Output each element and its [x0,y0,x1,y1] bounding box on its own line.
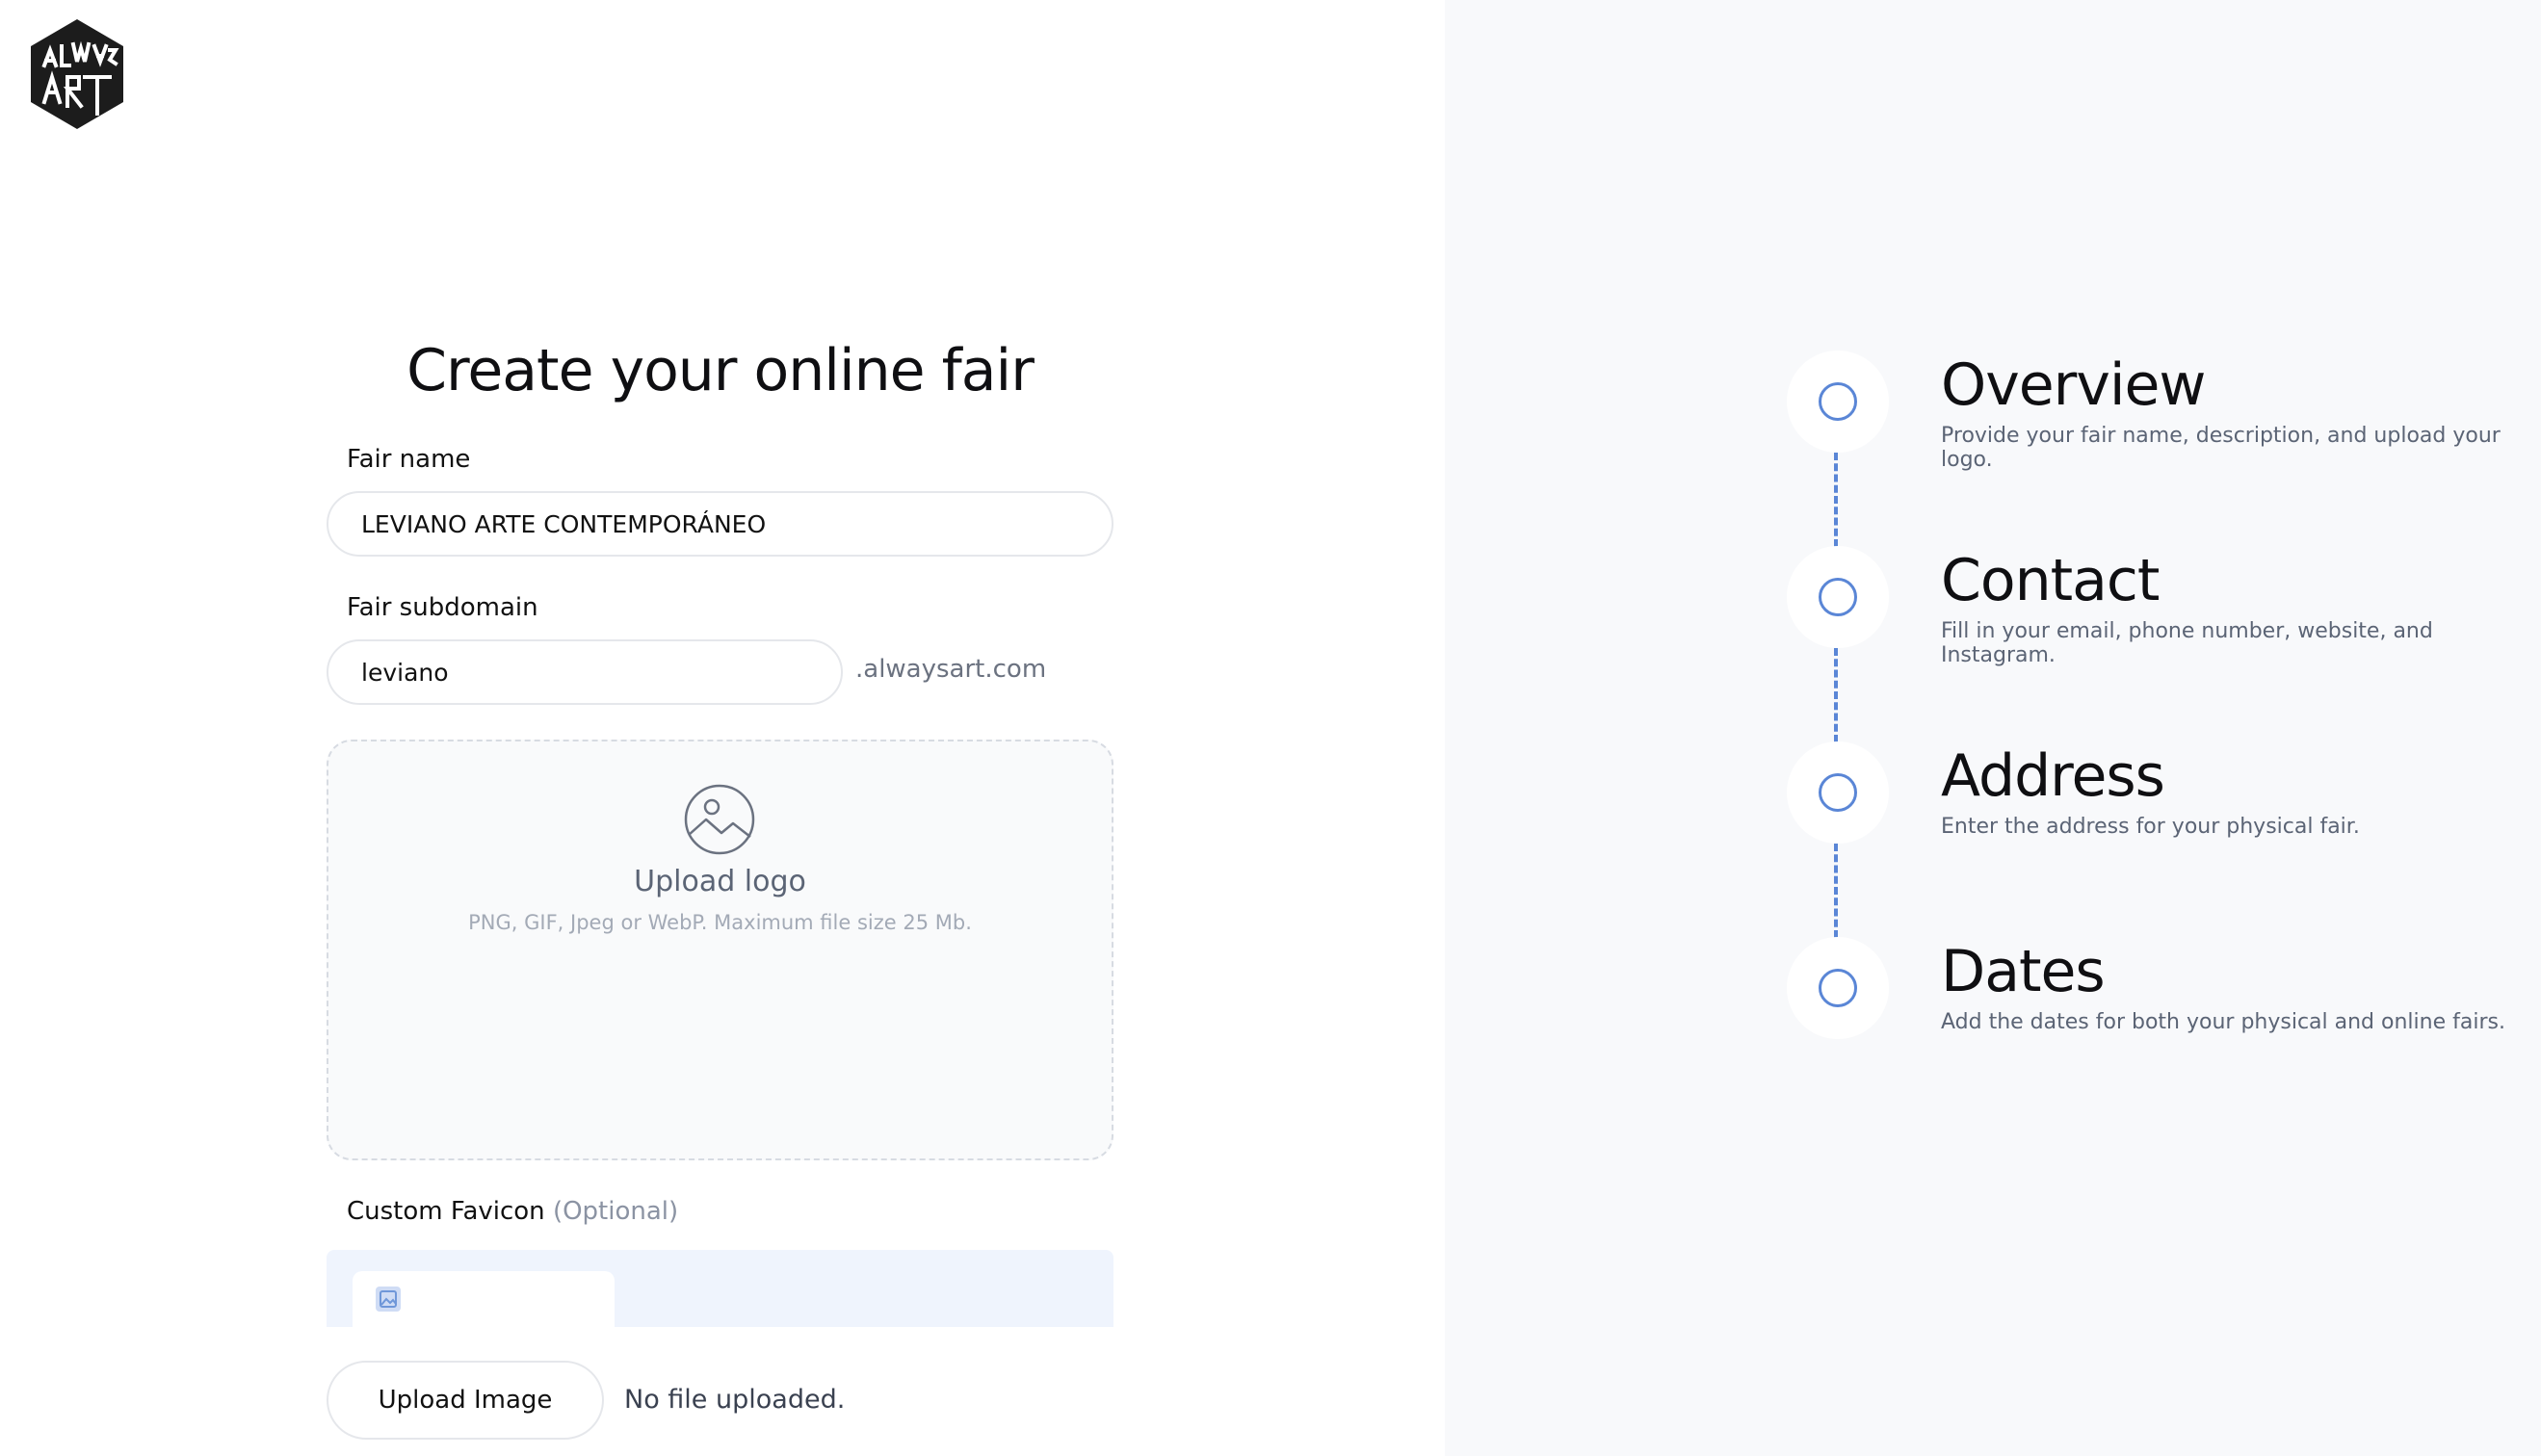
step-title-contact: Contact [1941,547,2160,614]
step-indicator-contact [1787,546,1889,648]
step-desc-dates: Add the dates for both your physical and… [1941,1010,2505,1034]
step-desc-overview: Provide your fair name, description, and… [1941,424,2501,472]
step-ring [1819,969,1857,1007]
custom-favicon-label-text: Custom Favicon [347,1197,545,1226]
favicon-upload-status: No file uploaded. [624,1385,846,1415]
step-indicator-address [1787,741,1889,844]
step-indicator-dates [1787,937,1889,1039]
step-connector [1834,844,1838,938]
page-title: Create your online fair [406,337,1035,404]
browser-tab-preview [353,1271,615,1327]
step-title-address: Address [1941,742,2165,810]
fair-subdomain-label: Fair subdomain [347,593,538,622]
optional-tag: (Optional) [552,1197,679,1226]
upload-logo-hint: PNG, GIF, Jpeg or WebP. Maximum file siz… [468,911,972,934]
step-ring [1819,382,1857,421]
logo-dropzone[interactable]: Upload logo PNG, GIF, Jpeg or WebP. Maxi… [327,740,1113,1160]
fair-name-label: Fair name [347,445,471,474]
step-indicator-overview [1787,351,1889,453]
favicon-placeholder-icon [376,1287,401,1312]
step-title-overview: Overview [1941,351,2206,419]
subdomain-suffix: .alwaysart.com [855,655,1047,684]
progress-steps: Overview Provide your fair name, descrip… [1445,0,2541,1456]
step-desc-address: Enter the address for your physical fair… [1941,815,2360,839]
step-title-dates: Dates [1941,938,2106,1005]
step-connector [1834,453,1838,547]
image-icon [684,784,755,855]
favicon-preview [327,1250,1113,1327]
step-ring [1819,578,1857,616]
upload-logo-title: Upload logo [634,865,806,898]
custom-favicon-label: Custom Favicon (Optional) [347,1197,678,1226]
fair-name-input[interactable] [327,491,1113,557]
step-ring [1819,773,1857,812]
upload-image-button[interactable]: Upload Image [327,1361,604,1440]
step-connector [1834,648,1838,742]
alwaysart-logo[interactable] [27,17,127,131]
step-desc-contact: Fill in your email, phone number, websit… [1941,619,2433,667]
fair-subdomain-input[interactable] [327,639,843,705]
form-pane: Create your online fair Fair name Fair s… [0,0,1445,1456]
